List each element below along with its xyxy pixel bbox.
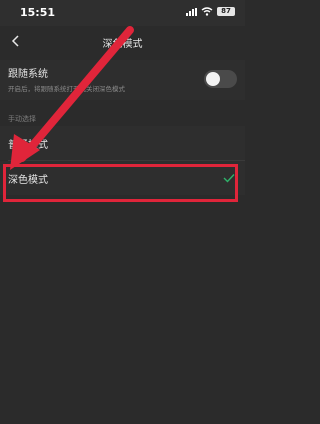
- status-bar: 15:51 87: [0, 0, 245, 26]
- manual-section-label: 手动选择: [8, 115, 36, 123]
- signal-icon: [186, 7, 197, 16]
- checkmark-icon: [223, 174, 235, 183]
- status-time: 15:51: [20, 6, 56, 19]
- nav-bar: 深色模式: [0, 26, 245, 56]
- follow-system-toggle[interactable]: [204, 70, 237, 88]
- option-dark-mode[interactable]: 深色模式: [0, 161, 245, 195]
- follow-system-description: 开启后，将跟随系统打开或关闭深色模式: [8, 85, 125, 93]
- option-dark-label: 深色模式: [8, 175, 48, 186]
- toggle-knob: [206, 72, 220, 86]
- battery-indicator: 87: [217, 7, 235, 16]
- follow-system-row: 跟随系统 开启后，将跟随系统打开或关闭深色模式: [0, 60, 245, 100]
- wifi-icon: [201, 7, 213, 16]
- page-title: 深色模式: [102, 39, 143, 50]
- option-normal-mode[interactable]: 普通模式: [0, 126, 245, 160]
- option-normal-label: 普通模式: [8, 140, 48, 151]
- follow-system-label: 跟随系统: [8, 69, 48, 80]
- status-icons: 87: [186, 7, 235, 16]
